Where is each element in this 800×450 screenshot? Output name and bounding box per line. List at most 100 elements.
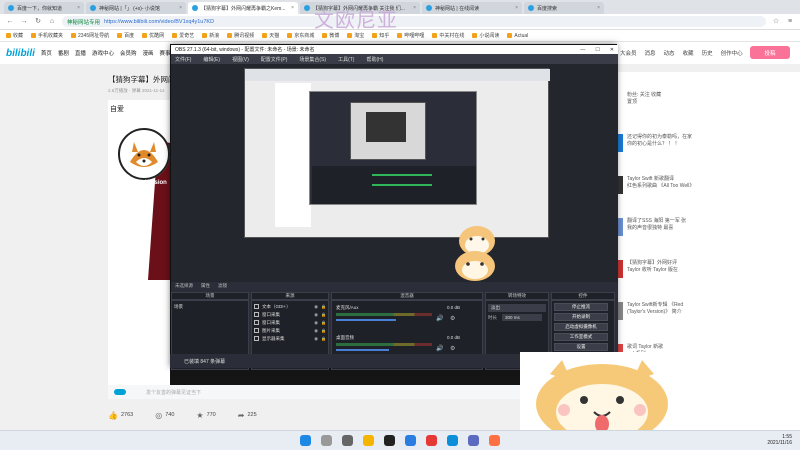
edge-app-icon[interactable]: [447, 435, 458, 446]
bookmark-item[interactable]: 新浪: [202, 32, 219, 39]
obs-menu-item[interactable]: 视图(V): [232, 56, 249, 63]
danmaku-input[interactable]: 发个友善的弹幕见证当下: [146, 389, 201, 396]
back-icon[interactable]: ←: [6, 18, 14, 26]
obs-preview[interactable]: [171, 64, 618, 282]
bili-right-nav-item[interactable]: 创作中心: [721, 49, 743, 57]
thumb-up-stat[interactable]: 👍 2763: [108, 411, 133, 420]
filters-button[interactable]: 滤镜: [218, 283, 227, 289]
minimize-icon[interactable]: —: [580, 47, 585, 53]
lock-icon[interactable]: 🔒: [321, 312, 326, 317]
control-button[interactable]: 设置: [554, 343, 608, 351]
properties-button[interactable]: 属性: [201, 283, 210, 289]
obs-menu-item[interactable]: 文件(F): [175, 56, 191, 63]
bili-right-nav-item[interactable]: 收藏: [683, 49, 694, 57]
bookmark-item[interactable]: 2345网址导航: [71, 32, 109, 39]
visibility-icon[interactable]: ◉: [314, 304, 318, 310]
menu-icon[interactable]: ≡: [786, 18, 794, 26]
transition-select[interactable]: 淡出: [488, 304, 546, 312]
control-button[interactable]: 开始录制: [554, 313, 608, 321]
source-item[interactable]: 窗口采集 ◉ 🔒: [254, 311, 326, 318]
close-tab-icon[interactable]: ×: [291, 5, 294, 11]
control-button[interactable]: 启动虚拟摄像机: [554, 323, 608, 331]
bili-nav-item[interactable]: 游戏中心: [92, 49, 114, 57]
browser-tab[interactable]: 【猜狗字幕】外网闪耀再争霸之Kem... ×: [188, 2, 298, 14]
obs-app-icon[interactable]: [384, 435, 395, 446]
bookmark-item[interactable]: 淘宝: [347, 32, 364, 39]
bili-right-nav-item[interactable]: 大会员: [620, 49, 637, 57]
sidebar-item[interactable]: 还记得你的初为泰勒吗，在家 你的初心是什么？ ！ ！: [617, 134, 800, 154]
obs-menu-item[interactable]: 帮助(H): [366, 56, 383, 63]
source-item[interactable]: 显示器采集 ◉ 🔒: [254, 335, 326, 342]
obs-menu-item[interactable]: 配置文件(P): [261, 56, 288, 63]
visibility-icon[interactable]: ◉: [314, 320, 318, 326]
lock-icon[interactable]: 🔒: [321, 320, 326, 325]
close-tab-icon[interactable]: ×: [413, 5, 416, 11]
bookmark-item[interactable]: 爱奇艺: [172, 32, 194, 39]
bili-right-nav-item[interactable]: 消息: [645, 49, 656, 57]
bookmark-item[interactable]: 中关村在线: [432, 32, 464, 39]
bilibili-logo[interactable]: bilibili: [6, 48, 35, 59]
refresh-icon[interactable]: ↻: [34, 18, 42, 26]
chrome-app-icon[interactable]: [426, 435, 437, 446]
visibility-icon[interactable]: ◉: [314, 336, 318, 342]
bookmark-item[interactable]: 天猫: [262, 32, 279, 39]
visibility-icon[interactable]: ◉: [314, 328, 318, 334]
bili-nav-item[interactable]: 赛事: [159, 49, 170, 57]
visibility-icon[interactable]: ◉: [314, 312, 318, 318]
bili-right-nav-item[interactable]: 历史: [702, 49, 713, 57]
danmaku-toggle-icon[interactable]: [114, 389, 126, 395]
browser-tab[interactable]: 百度一下，你就知道 ×: [4, 2, 84, 14]
source-item[interactable]: 图片采集 ◉ 🔒: [254, 327, 326, 334]
obs-menu-item[interactable]: 工具(T): [338, 56, 354, 63]
obs-window[interactable]: OBS 27.1.3 (64-bit, windows) - 配置文件: 未命名…: [170, 44, 618, 370]
maximize-icon[interactable]: ☐: [595, 47, 599, 53]
bili-nav-item[interactable]: 会员购: [120, 49, 137, 57]
bookmark-item[interactable]: 优酷网: [142, 32, 164, 39]
speaker-icon[interactable]: 🔊: [436, 345, 443, 352]
close-tab-icon[interactable]: ×: [597, 5, 600, 11]
close-tab-icon[interactable]: ×: [515, 5, 518, 11]
bookmark-item[interactable]: 手机收藏夹: [31, 32, 63, 39]
browser-tab[interactable]: 神秘网站 | 在线阅读 ×: [422, 2, 522, 14]
bookmark-item[interactable]: 收藏: [6, 32, 23, 39]
file-explorer-icon[interactable]: [363, 435, 374, 446]
windows-start-icon[interactable]: [300, 435, 311, 446]
bookmark-item[interactable]: 腾讯视频: [227, 32, 254, 39]
browser-tab[interactable]: 百度搜索 ×: [524, 2, 604, 14]
sidebar-item[interactable]: 粉丝: 关注 收藏 置顶: [617, 92, 800, 112]
star-icon[interactable]: ☆: [772, 18, 780, 26]
browser-tab[interactable]: 神秘网站 |「」 (+s)- 小说馆 ×: [86, 2, 186, 14]
bookmark-item[interactable]: Actual: [507, 33, 528, 39]
bookmark-item[interactable]: 微博: [322, 32, 339, 39]
bookmark-item[interactable]: 百度: [117, 32, 134, 39]
search-icon[interactable]: [321, 435, 332, 446]
browser-app-icon[interactable]: [405, 435, 416, 446]
obs-menu-item[interactable]: 场景集合(S): [299, 56, 326, 63]
bili-right-nav-item[interactable]: 动态: [664, 49, 675, 57]
coin-stat[interactable]: ◎ 740: [155, 411, 174, 420]
url-field[interactable]: 神秘网站专用 https://www.bilibili.com/video/BV…: [62, 16, 766, 27]
lock-icon[interactable]: 🔒: [321, 304, 326, 309]
duration-input[interactable]: 300 ms: [502, 314, 542, 321]
bili-nav-item[interactable]: 漫画: [142, 49, 153, 57]
sidebar-item[interactable]: Taylor Swift新专辑 《Red (Taylor's Version)》 …: [617, 302, 800, 322]
scene-item[interactable]: 场景: [174, 303, 246, 310]
lock-icon[interactable]: 🔒: [321, 336, 326, 341]
bookmark-item[interactable]: 哔哩哔哩: [397, 32, 424, 39]
bookmark-item[interactable]: 小说阅读: [472, 32, 499, 39]
task-view-icon[interactable]: [342, 435, 353, 446]
media-app-icon[interactable]: [489, 435, 500, 446]
store-app-icon[interactable]: [468, 435, 479, 446]
bili-nav-item[interactable]: 直播: [75, 49, 86, 57]
volume-slider[interactable]: [336, 319, 396, 321]
mixer-settings-icon[interactable]: ⚙: [450, 315, 455, 322]
volume-slider[interactable]: [336, 349, 389, 351]
sidebar-item[interactable]: Taylor Swift 新歌翻译 红色系列歌曲 《All Too Well》: [617, 176, 800, 196]
bookmark-item[interactable]: 知乎: [372, 32, 389, 39]
upload-button[interactable]: 投稿: [750, 46, 790, 59]
source-item[interactable]: 窗口采集 ◉ 🔒: [254, 319, 326, 326]
close-tab-icon[interactable]: ×: [179, 5, 182, 11]
sidebar-item[interactable]: 翻译了SSS 海阳 第一军 张我的声音很独特 最喜: [617, 218, 800, 238]
control-button[interactable]: 停止推流: [554, 303, 608, 311]
control-button[interactable]: 工作室模式: [554, 333, 608, 341]
